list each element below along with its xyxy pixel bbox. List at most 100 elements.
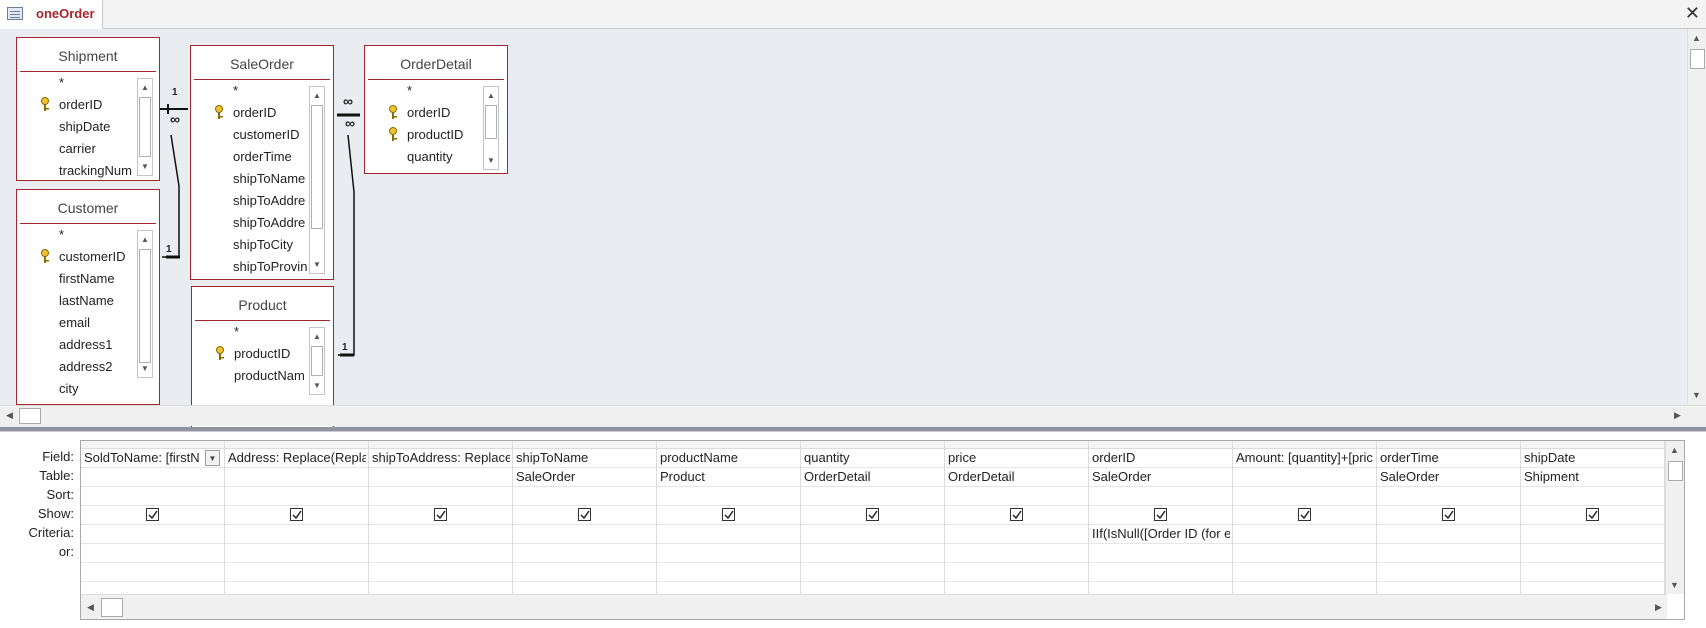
table-cell[interactable] [228, 468, 366, 486]
table-saleorder[interactable]: SaleOrder * orderID customerID orderTime… [190, 45, 334, 280]
show-checkbox[interactable] [1442, 508, 1455, 521]
or-cell[interactable] [84, 544, 222, 562]
criteria-cell[interactable]: IIf(IsNull([Order ID (for e [1092, 525, 1230, 543]
scroll-down-icon[interactable]: ▼ [484, 152, 498, 169]
field-cell[interactable]: shipDate [1524, 449, 1662, 467]
scroll-down-icon[interactable]: ▼ [310, 256, 324, 273]
criteria-cell[interactable] [1524, 525, 1662, 543]
design-pane-horizontal-scrollbar[interactable]: ◀ ▶ [0, 405, 1706, 426]
scroll-right-icon[interactable]: ▶ [1674, 410, 1681, 421]
scroll-left-icon[interactable]: ◀ [87, 602, 94, 613]
criteria-cell[interactable] [1236, 525, 1374, 543]
scroll-up-icon[interactable]: ▲ [1670, 445, 1679, 455]
show-checkbox[interactable] [290, 508, 303, 521]
or-cell[interactable] [804, 544, 942, 562]
table-cell[interactable]: Shipment [1524, 468, 1662, 486]
scroll-up-icon[interactable]: ▲ [310, 87, 324, 104]
field-cell[interactable]: SoldToName: [firstN [84, 449, 202, 467]
sort-cell[interactable] [804, 487, 942, 505]
criteria-cell[interactable] [1380, 525, 1518, 543]
sort-cell[interactable] [660, 487, 798, 505]
show-checkbox[interactable] [1298, 508, 1311, 521]
scroll-down-icon[interactable]: ▼ [310, 377, 324, 394]
field-list-item[interactable]: city [17, 378, 159, 400]
field-cell[interactable]: shipToName [516, 449, 654, 467]
or-cell[interactable] [1380, 544, 1518, 562]
grid-horizontal-scrollbar[interactable]: ◀ ▶ [81, 594, 1667, 619]
criteria-cell[interactable] [84, 525, 222, 543]
show-checkbox[interactable] [1010, 508, 1023, 521]
table-cell[interactable]: OrderDetail [948, 468, 1086, 486]
sort-cell[interactable] [228, 487, 366, 505]
show-checkbox[interactable] [1586, 508, 1599, 521]
criteria-cell[interactable] [372, 525, 510, 543]
field-cell[interactable]: orderTime [1380, 449, 1518, 467]
table-shipment[interactable]: Shipment * orderID shipDate carrier trac… [16, 37, 160, 181]
criteria-cell[interactable] [804, 525, 942, 543]
or-cell[interactable] [1524, 544, 1662, 562]
scroll-up-icon[interactable]: ▲ [484, 87, 498, 104]
field-list-scrollbar[interactable]: ▲ ▼ [137, 78, 153, 176]
design-pane-vertical-scrollbar[interactable]: ▲ ▼ [1687, 29, 1706, 404]
criteria-cell[interactable] [660, 525, 798, 543]
grid-vertical-scrollbar[interactable]: ▲ ▼ [1665, 441, 1684, 594]
criteria-cell[interactable] [948, 525, 1086, 543]
or-cell[interactable] [948, 544, 1086, 562]
tab-oneorder[interactable]: oneOrder [0, 0, 103, 29]
or-cell[interactable] [516, 544, 654, 562]
show-checkbox[interactable] [146, 508, 159, 521]
sort-cell[interactable] [1524, 487, 1662, 505]
or-cell[interactable] [1236, 544, 1374, 562]
field-cell[interactable]: quantity [804, 449, 942, 467]
or-cell[interactable] [1092, 544, 1230, 562]
field-list-scrollbar[interactable]: ▲ ▼ [309, 327, 325, 395]
field-cell[interactable]: orderID [1092, 449, 1230, 467]
scroll-up-icon[interactable]: ▲ [1692, 33, 1701, 43]
field-cell[interactable]: price [948, 449, 1086, 467]
table-cell[interactable]: Product [660, 468, 798, 486]
table-cell[interactable] [1236, 468, 1374, 486]
table-cell[interactable]: SaleOrder [1380, 468, 1518, 486]
table-orderdetail[interactable]: OrderDetail * orderID productID quantity… [364, 45, 508, 174]
or-cell[interactable] [660, 544, 798, 562]
criteria-cell[interactable] [228, 525, 366, 543]
sort-cell[interactable] [516, 487, 654, 505]
scroll-up-icon[interactable]: ▲ [138, 231, 152, 248]
chevron-down-icon[interactable]: ▼ [205, 450, 220, 466]
show-checkbox[interactable] [434, 508, 447, 521]
sort-cell[interactable] [948, 487, 1086, 505]
show-checkbox[interactable] [578, 508, 591, 521]
scroll-right-icon[interactable]: ▶ [1655, 602, 1662, 613]
sort-cell[interactable] [372, 487, 510, 505]
scroll-down-icon[interactable]: ▼ [1692, 390, 1701, 400]
field-cell[interactable]: Address: Replace(Repla [228, 449, 366, 467]
field-list-scrollbar[interactable]: ▲ ▼ [483, 86, 499, 170]
field-cell[interactable]: shipToAddress: Replace [372, 449, 510, 467]
field-list-scrollbar[interactable]: ▲ ▼ [309, 86, 325, 274]
table-cell[interactable] [84, 468, 222, 486]
field-cell[interactable]: Amount: [quantity]+[pric [1236, 449, 1374, 467]
sort-cell[interactable] [1092, 487, 1230, 505]
scroll-up-icon[interactable]: ▲ [310, 328, 324, 345]
field-list-scrollbar[interactable]: ▲ ▼ [137, 230, 153, 378]
show-checkbox[interactable] [1154, 508, 1167, 521]
table-cell[interactable] [372, 468, 510, 486]
scroll-up-icon[interactable]: ▲ [138, 79, 152, 96]
scroll-down-icon[interactable]: ▼ [138, 360, 152, 377]
sort-cell[interactable] [84, 487, 222, 505]
scroll-down-icon[interactable]: ▼ [138, 158, 152, 175]
close-icon[interactable]: ✕ [1685, 3, 1700, 23]
scroll-left-icon[interactable]: ◀ [6, 410, 13, 421]
sort-cell[interactable] [1236, 487, 1374, 505]
scroll-down-icon[interactable]: ▼ [1670, 580, 1679, 590]
table-cell[interactable]: OrderDetail [804, 468, 942, 486]
table-cell[interactable]: SaleOrder [1092, 468, 1230, 486]
table-customer[interactable]: Customer * customerID firstName lastName… [16, 189, 160, 405]
sort-cell[interactable] [1380, 487, 1518, 505]
or-cell[interactable] [372, 544, 510, 562]
criteria-cell[interactable] [516, 525, 654, 543]
or-cell[interactable] [228, 544, 366, 562]
show-checkbox[interactable] [722, 508, 735, 521]
table-cell[interactable]: SaleOrder [516, 468, 654, 486]
field-cell[interactable]: productName [660, 449, 798, 467]
